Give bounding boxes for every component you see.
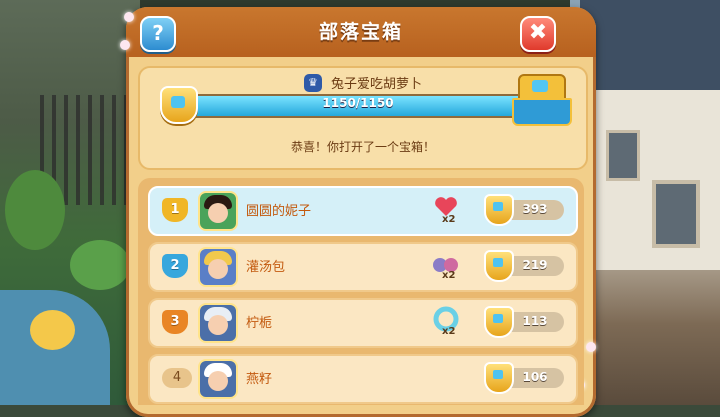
score-value: 113 xyxy=(522,314,548,328)
ranking-row[interactable]: 3 柠栀 x2 113 xyxy=(148,298,578,348)
ranking-row[interactable]: 2 灌汤包 x2 219 xyxy=(148,242,578,292)
rank-trophy-icon: 3 xyxy=(162,310,188,334)
rank-trophy-icon: 1 xyxy=(162,198,188,222)
chest-body xyxy=(512,98,572,126)
crown-shield-icon: ♛ xyxy=(303,73,322,92)
question-icon: ? xyxy=(152,21,164,45)
flower-decoration-icon xyxy=(586,342,596,352)
item-count: x2 xyxy=(442,214,456,225)
treasure-chest-icon[interactable] xyxy=(512,74,572,126)
player-avatar[interactable] xyxy=(198,191,238,231)
close-button[interactable]: ✖ xyxy=(520,16,556,52)
close-icon: ✖ xyxy=(528,20,548,45)
progress-text: 1150/1150 xyxy=(322,96,394,110)
player-name: 柠栀 xyxy=(246,316,273,331)
avatar-face xyxy=(208,315,228,335)
player-name: 圆圆的妮子 xyxy=(246,204,312,219)
chest-progress-card: ♛ 兔子爱吃胡萝卜 1150/1150 恭喜！你打开了一个宝箱！ xyxy=(138,66,588,170)
player-name: 燕籽 xyxy=(246,372,273,387)
background-house-roof xyxy=(580,0,720,90)
player-avatar[interactable] xyxy=(198,247,238,287)
background-window xyxy=(606,130,640,181)
avatar-face xyxy=(208,203,228,223)
ranking-list[interactable]: 1 圆圆的妮子 x2 393 2 灌汤包 x2 219 3 柠栀 x2 113 4 燕籽 106 xyxy=(138,178,584,405)
avatar-face xyxy=(208,259,228,279)
ranking-row[interactable]: 4 燕籽 106 xyxy=(148,354,578,404)
tribe-name: 兔子爱吃胡萝卜 xyxy=(331,77,423,92)
help-button[interactable]: ? xyxy=(140,16,176,52)
chest-gem xyxy=(532,80,548,92)
background-bush xyxy=(5,170,65,250)
player-avatar[interactable] xyxy=(198,359,238,399)
ranking-row[interactable]: 1 圆圆的妮子 x2 393 xyxy=(148,186,578,236)
player-name: 灌汤包 xyxy=(246,260,286,275)
flower-decoration-icon xyxy=(124,12,134,22)
item-count: x2 xyxy=(442,270,456,281)
player-avatar[interactable] xyxy=(198,303,238,343)
background-duck xyxy=(30,310,75,350)
background-window xyxy=(652,180,700,248)
background-bush xyxy=(70,240,130,290)
tribe-points-badge-icon xyxy=(160,86,198,124)
score-value: 219 xyxy=(522,258,548,272)
rank-number: 4 xyxy=(162,368,192,388)
avatar-face xyxy=(208,371,228,391)
congrats-message: 恭喜！你打开了一个宝箱！ xyxy=(290,140,435,154)
score-value: 106 xyxy=(522,370,548,384)
score-value: 393 xyxy=(522,202,548,216)
rank-trophy-icon: 2 xyxy=(162,254,188,278)
item-count: x2 xyxy=(442,326,456,337)
flower-decoration-icon xyxy=(120,40,130,50)
